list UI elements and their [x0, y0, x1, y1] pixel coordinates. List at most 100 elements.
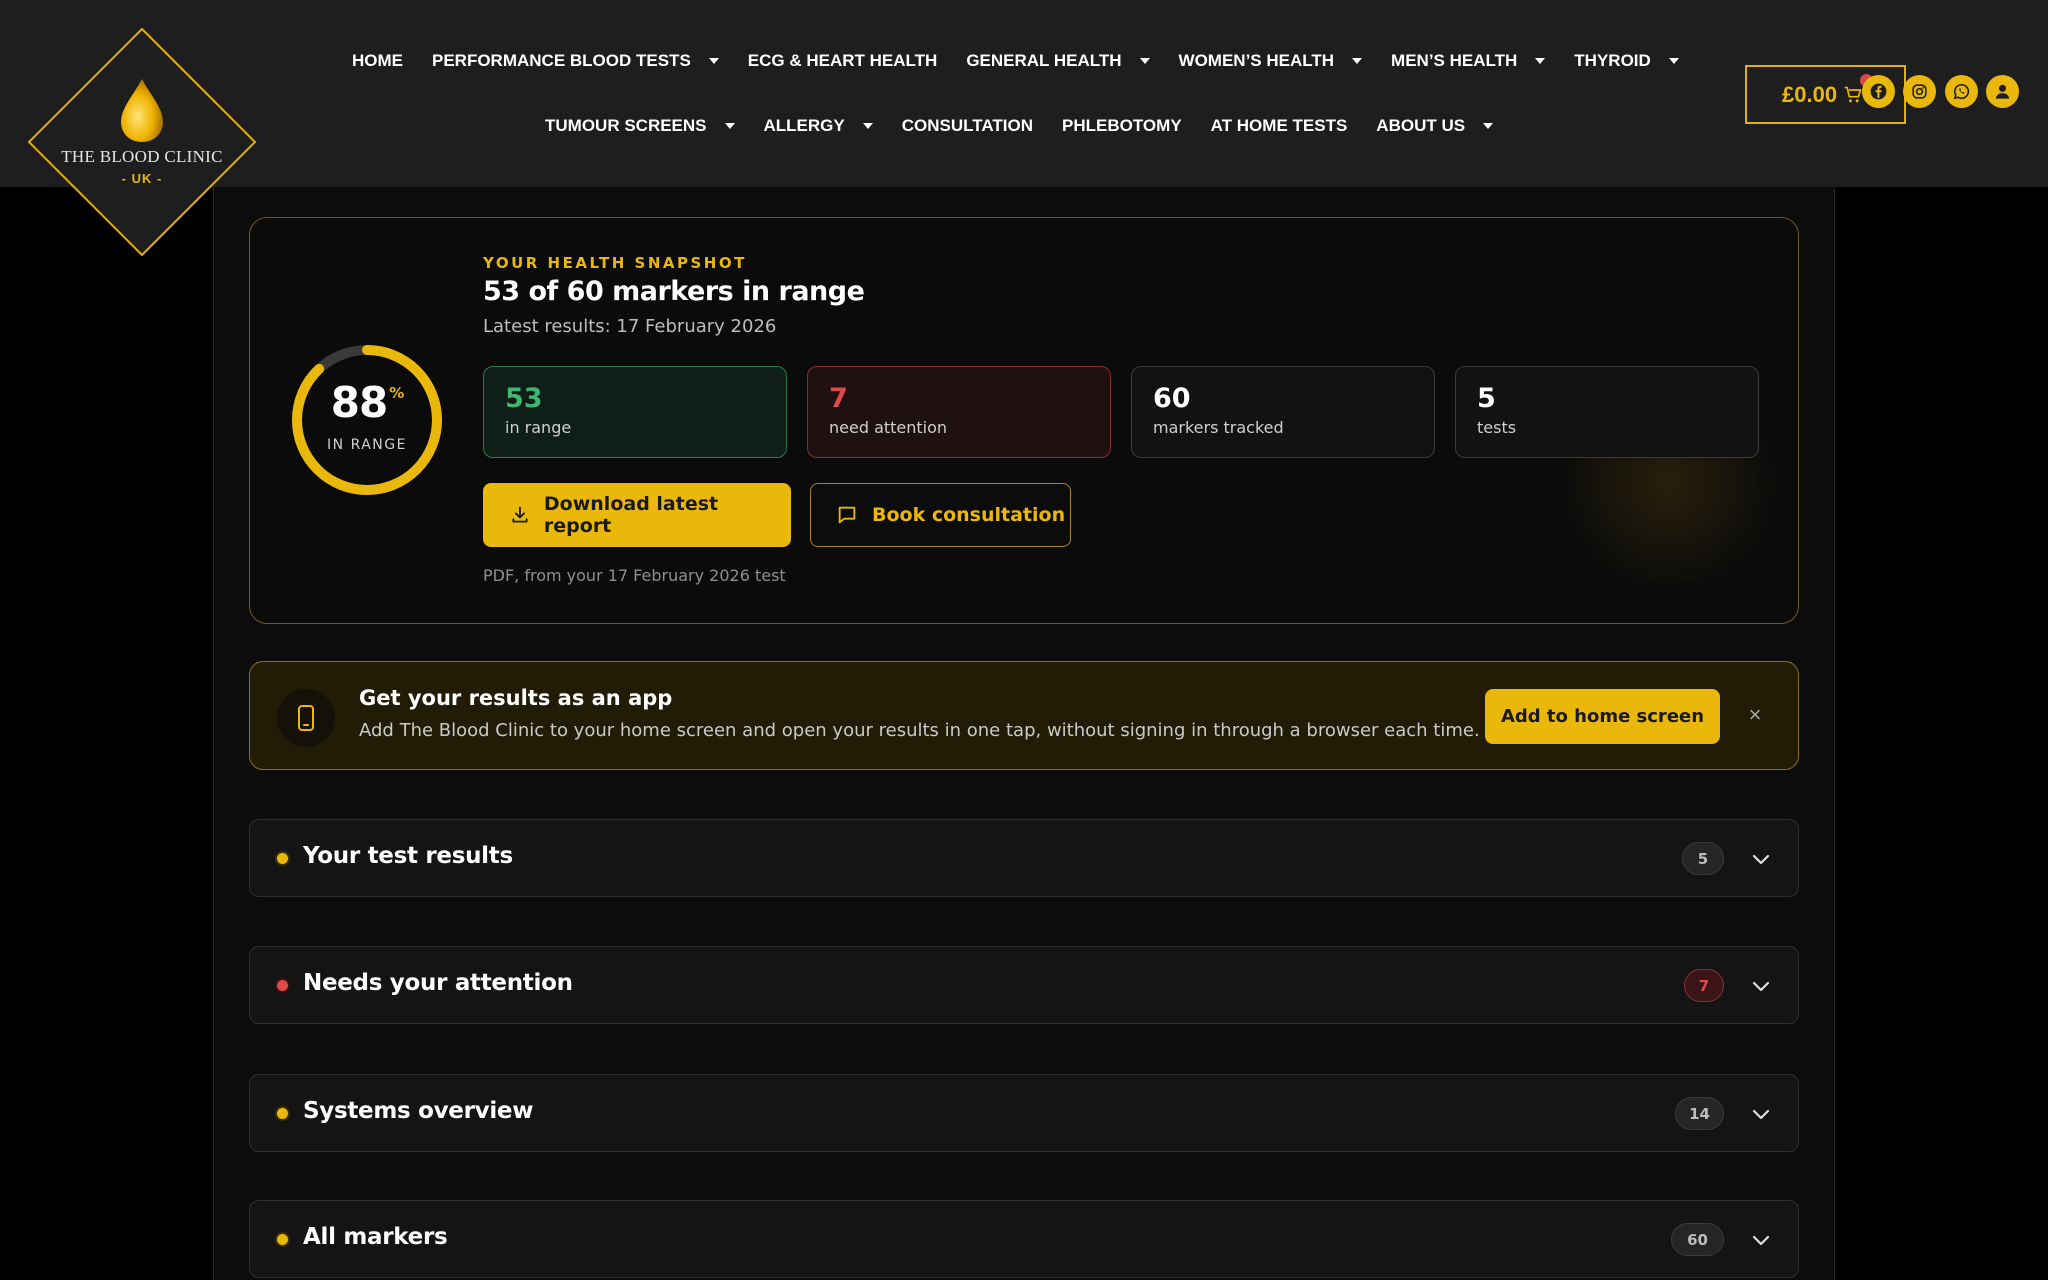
stat-label: in range [505, 418, 572, 437]
download-report-label: Download latest report [543, 493, 719, 537]
caret-down-icon [724, 123, 735, 129]
brand-logo[interactable]: THE BLOOD CLINIC - UK - [28, 28, 256, 256]
section-count-badge: 60 [1671, 1223, 1724, 1256]
caret-down-icon [708, 58, 719, 64]
nav-label: WOMEN’S HEALTH [1178, 51, 1335, 70]
caret-down-icon [1668, 58, 1679, 64]
banner-title: Get your results as an app [359, 686, 673, 710]
site-header: THE BLOOD CLINIC - UK - HOME PERFORMANCE… [0, 0, 2048, 256]
download-report-button[interactable]: Download latest report [483, 483, 791, 547]
nav-label: TUMOUR SCREENS [545, 116, 707, 135]
nav-womens-health[interactable]: WOMEN’S HEALTH [1179, 51, 1363, 71]
percent-sign: % [389, 384, 404, 402]
section-count-badge: 14 [1675, 1097, 1724, 1130]
stat-tests: 5 tests [1455, 366, 1759, 458]
stat-label: tests [1477, 418, 1517, 437]
status-dot [275, 1106, 290, 1121]
stat-label: need attention [829, 418, 948, 437]
section-title: All markers [303, 1224, 448, 1250]
nav-about-us[interactable]: ABOUT US [1376, 116, 1494, 136]
nav-ecg-heart-health[interactable]: ECG & HEART HEALTH [748, 51, 938, 71]
nav-label: PHLEBOTOMY [1062, 116, 1182, 135]
section-title: Systems overview [303, 1098, 534, 1124]
percent-value: 88 [330, 378, 388, 427]
section-your-test-results[interactable]: Your test results 5 [249, 819, 1799, 897]
nav-label: MEN’S HEALTH [1391, 51, 1518, 70]
chevron-down-icon[interactable] [1750, 848, 1772, 870]
app-install-banner: Get your results as an app Add The Blood… [249, 661, 1799, 770]
nav-label: GENERAL HEALTH [966, 51, 1122, 70]
nav-label: THYROID [1574, 51, 1651, 70]
main-nav-row-2: TUMOUR SCREENS ALLERGY CONSULTATION PHLE… [545, 111, 1494, 141]
snapshot-subtitle: Latest results: 17 February 2026 [483, 316, 777, 337]
health-snapshot-card: 88% IN RANGE YOUR HEALTH SNAPSHOT 53 of … [249, 217, 1799, 624]
nav-label: ABOUT US [1376, 116, 1466, 135]
nav-phlebotomy[interactable]: PHLEBOTOMY [1062, 116, 1182, 136]
stat-value: 5 [1477, 383, 1496, 414]
nav-thyroid[interactable]: THYROID [1574, 51, 1679, 71]
close-icon[interactable]: × [1740, 700, 1770, 730]
nav-general-health[interactable]: GENERAL HEALTH [966, 51, 1150, 71]
caret-down-icon [1535, 58, 1546, 64]
chevron-down-icon[interactable] [1750, 975, 1772, 997]
chevron-down-icon[interactable] [1750, 1229, 1772, 1251]
status-dot [275, 851, 290, 866]
nav-mens-health[interactable]: MEN’S HEALTH [1391, 51, 1546, 71]
nav-at-home-tests[interactable]: AT HOME TESTS [1211, 116, 1348, 136]
brand-name: THE BLOOD CLINIC [61, 147, 223, 166]
stat-value: 60 [1153, 383, 1191, 414]
banner-text: Add The Blood Clinic to your home screen… [359, 720, 1480, 741]
main-nav-row-1: HOME PERFORMANCE BLOOD TESTS ECG & HEART… [352, 46, 1679, 76]
brand-sub: - UK - [121, 171, 163, 186]
caret-down-icon [1139, 58, 1150, 64]
caret-down-icon [862, 123, 873, 129]
facebook-icon[interactable] [1862, 75, 1895, 108]
phone-icon [277, 689, 335, 747]
snapshot-title: 53 of 60 markers in range [483, 276, 865, 307]
nav-label: ALLERGY [763, 116, 845, 135]
section-needs-your-attention[interactable]: Needs your attention 7 [249, 946, 1799, 1024]
stat-need-attention: 7 need attention [807, 366, 1111, 458]
in-range-percent: 88% [290, 378, 444, 427]
nav-allergy[interactable]: ALLERGY [764, 116, 873, 136]
nav-label: HOME [352, 51, 403, 70]
stat-value: 53 [505, 383, 543, 414]
snapshot-eyebrow: YOUR HEALTH SNAPSHOT [483, 254, 747, 272]
in-range-label: IN RANGE [327, 437, 407, 453]
section-systems-overview[interactable]: Systems overview 14 [249, 1074, 1799, 1152]
cart-amount: £0.00 [1782, 81, 1838, 107]
chevron-down-icon[interactable] [1750, 1103, 1772, 1125]
stat-markers-tracked: 60 markers tracked [1131, 366, 1435, 458]
nav-label: CONSULTATION [901, 116, 1034, 135]
nav-tumour-screens[interactable]: TUMOUR SCREENS [545, 116, 735, 136]
nav-consultation[interactable]: CONSULTATION [902, 116, 1033, 136]
book-consultation-button[interactable]: Book consultation [810, 483, 1071, 547]
cart-icon [1844, 86, 1862, 102]
report-note: PDF, from your 17 February 2026 test [483, 566, 786, 585]
caret-down-icon [1483, 123, 1494, 129]
nav-performance-blood-tests[interactable]: PERFORMANCE BLOOD TESTS [432, 51, 719, 71]
section-all-markers[interactable]: All markers 60 [249, 1200, 1799, 1278]
status-dot [275, 1232, 290, 1247]
caret-down-icon [1352, 58, 1363, 64]
section-title: Needs your attention [303, 970, 573, 996]
nav-home[interactable]: HOME [352, 51, 403, 71]
book-consultation-label: Book consultation [872, 504, 1066, 526]
user-account-icon[interactable] [1986, 75, 2019, 108]
stat-label: markers tracked [1153, 418, 1284, 437]
section-count-badge: 7 [1684, 969, 1724, 1002]
whatsapp-icon[interactable] [1945, 75, 1978, 108]
add-to-home-screen-button[interactable]: Add to home screen [1485, 689, 1720, 744]
nav-label: AT HOME TESTS [1210, 116, 1348, 135]
section-title: Your test results [303, 843, 513, 869]
nav-label: PERFORMANCE BLOOD TESTS [432, 51, 691, 70]
stat-value: 7 [829, 383, 848, 414]
logo-diamond [28, 28, 256, 256]
download-icon [512, 506, 528, 523]
section-count-badge: 5 [1682, 842, 1724, 875]
nav-label: ECG & HEART HEALTH [747, 51, 938, 70]
chat-icon [838, 506, 856, 524]
status-dot [275, 978, 290, 993]
stat-in-range: 53 in range [483, 366, 787, 458]
instagram-icon[interactable] [1903, 75, 1936, 108]
